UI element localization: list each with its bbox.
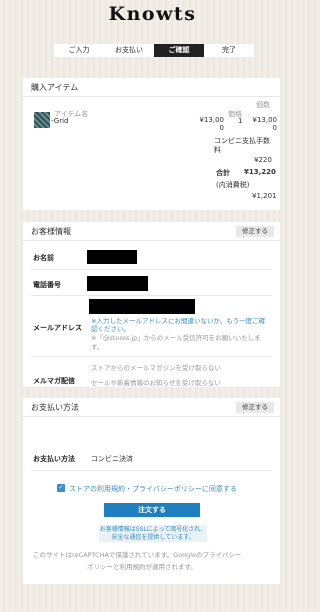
item-thumbnail[interactable] (34, 112, 50, 128)
total-value: ¥13,220 (244, 168, 276, 176)
total-label: 合計 (216, 169, 230, 177)
tax-value: ¥1,201 (252, 192, 277, 200)
checkout-steps: ご入力 お支払い ご確認 完了 (54, 44, 254, 57)
place-order-button[interactable]: 注文する (104, 503, 200, 517)
item-total: ¥13,00 0 (252, 116, 278, 132)
purchase-items-title: 購入アイテム (23, 78, 280, 97)
magazine-label: メルマガ配信 (33, 377, 75, 385)
divider (31, 295, 272, 296)
step-payment: お支払い (104, 44, 154, 57)
tax-label: (内消費税) (216, 181, 250, 189)
ssl-notice: お客様情報はSSLによって暗号化され、安全な通信を提供しています。 (99, 525, 207, 542)
customer-info-heading: お客様情報 (31, 227, 71, 236)
customer-info-title: お客様情報 修正する (23, 222, 280, 241)
fee-label: コンビニ支払手数料 (214, 137, 270, 154)
recaptcha-notice-line2: ポリシーと利用規約が適用されます。 (87, 563, 197, 571)
magazine-news-option: セールや新着情報のお知らせを受け取らない (91, 379, 221, 387)
item-price: ¥13,00 0 (199, 116, 225, 132)
edit-payment-button[interactable]: 修正する (236, 402, 274, 413)
edit-customer-button[interactable]: 修正する (236, 226, 274, 237)
payment-method-label: お支払い方法 (33, 455, 75, 463)
email-label: メールアドレス (33, 324, 82, 332)
fee-value: ¥220 (254, 156, 272, 164)
item-qty-header: 個数 (256, 101, 270, 109)
divider (31, 356, 272, 357)
redacted-name (87, 250, 137, 264)
redacted-phone (87, 276, 148, 291)
step-confirm: ご確認 (154, 44, 210, 57)
payment-method-value: コンビニ決済 (91, 455, 133, 463)
step-input: ご入力 (54, 44, 104, 57)
agree-terms-text[interactable]: ストアの利用規約・プライバシーポリシーに同意する (69, 484, 237, 494)
divider (31, 269, 272, 270)
redacted-email (89, 299, 195, 314)
divider (31, 470, 272, 471)
magazine-store-option: ストアからのメールマガジンを受け取らない (91, 364, 221, 372)
payment-method-title: お支払い方法 修正する (23, 398, 280, 417)
name-label: お名前 (33, 254, 54, 262)
email-check-note: ※入力したメールアドレスにお間違いないか、もう一度ご確認ください。 (91, 317, 266, 333)
payment-method-heading: お支払い方法 (31, 403, 79, 412)
item-name[interactable]: -Grid (51, 117, 68, 125)
step-complete: 完了 (204, 44, 254, 57)
phone-label: 電話番号 (33, 281, 61, 289)
store-logo: Knowts (108, 3, 197, 25)
email-permission-note: ※「@stores.jp」からのメール受信許可をお願いいたします。 (91, 334, 261, 351)
item-qty: 1 (238, 117, 243, 125)
agree-checkbox[interactable]: ✓ (57, 484, 65, 492)
recaptcha-notice-line1: このサイトはreCAPTCHAで保護されています。Googleのプライバシー (33, 551, 242, 559)
